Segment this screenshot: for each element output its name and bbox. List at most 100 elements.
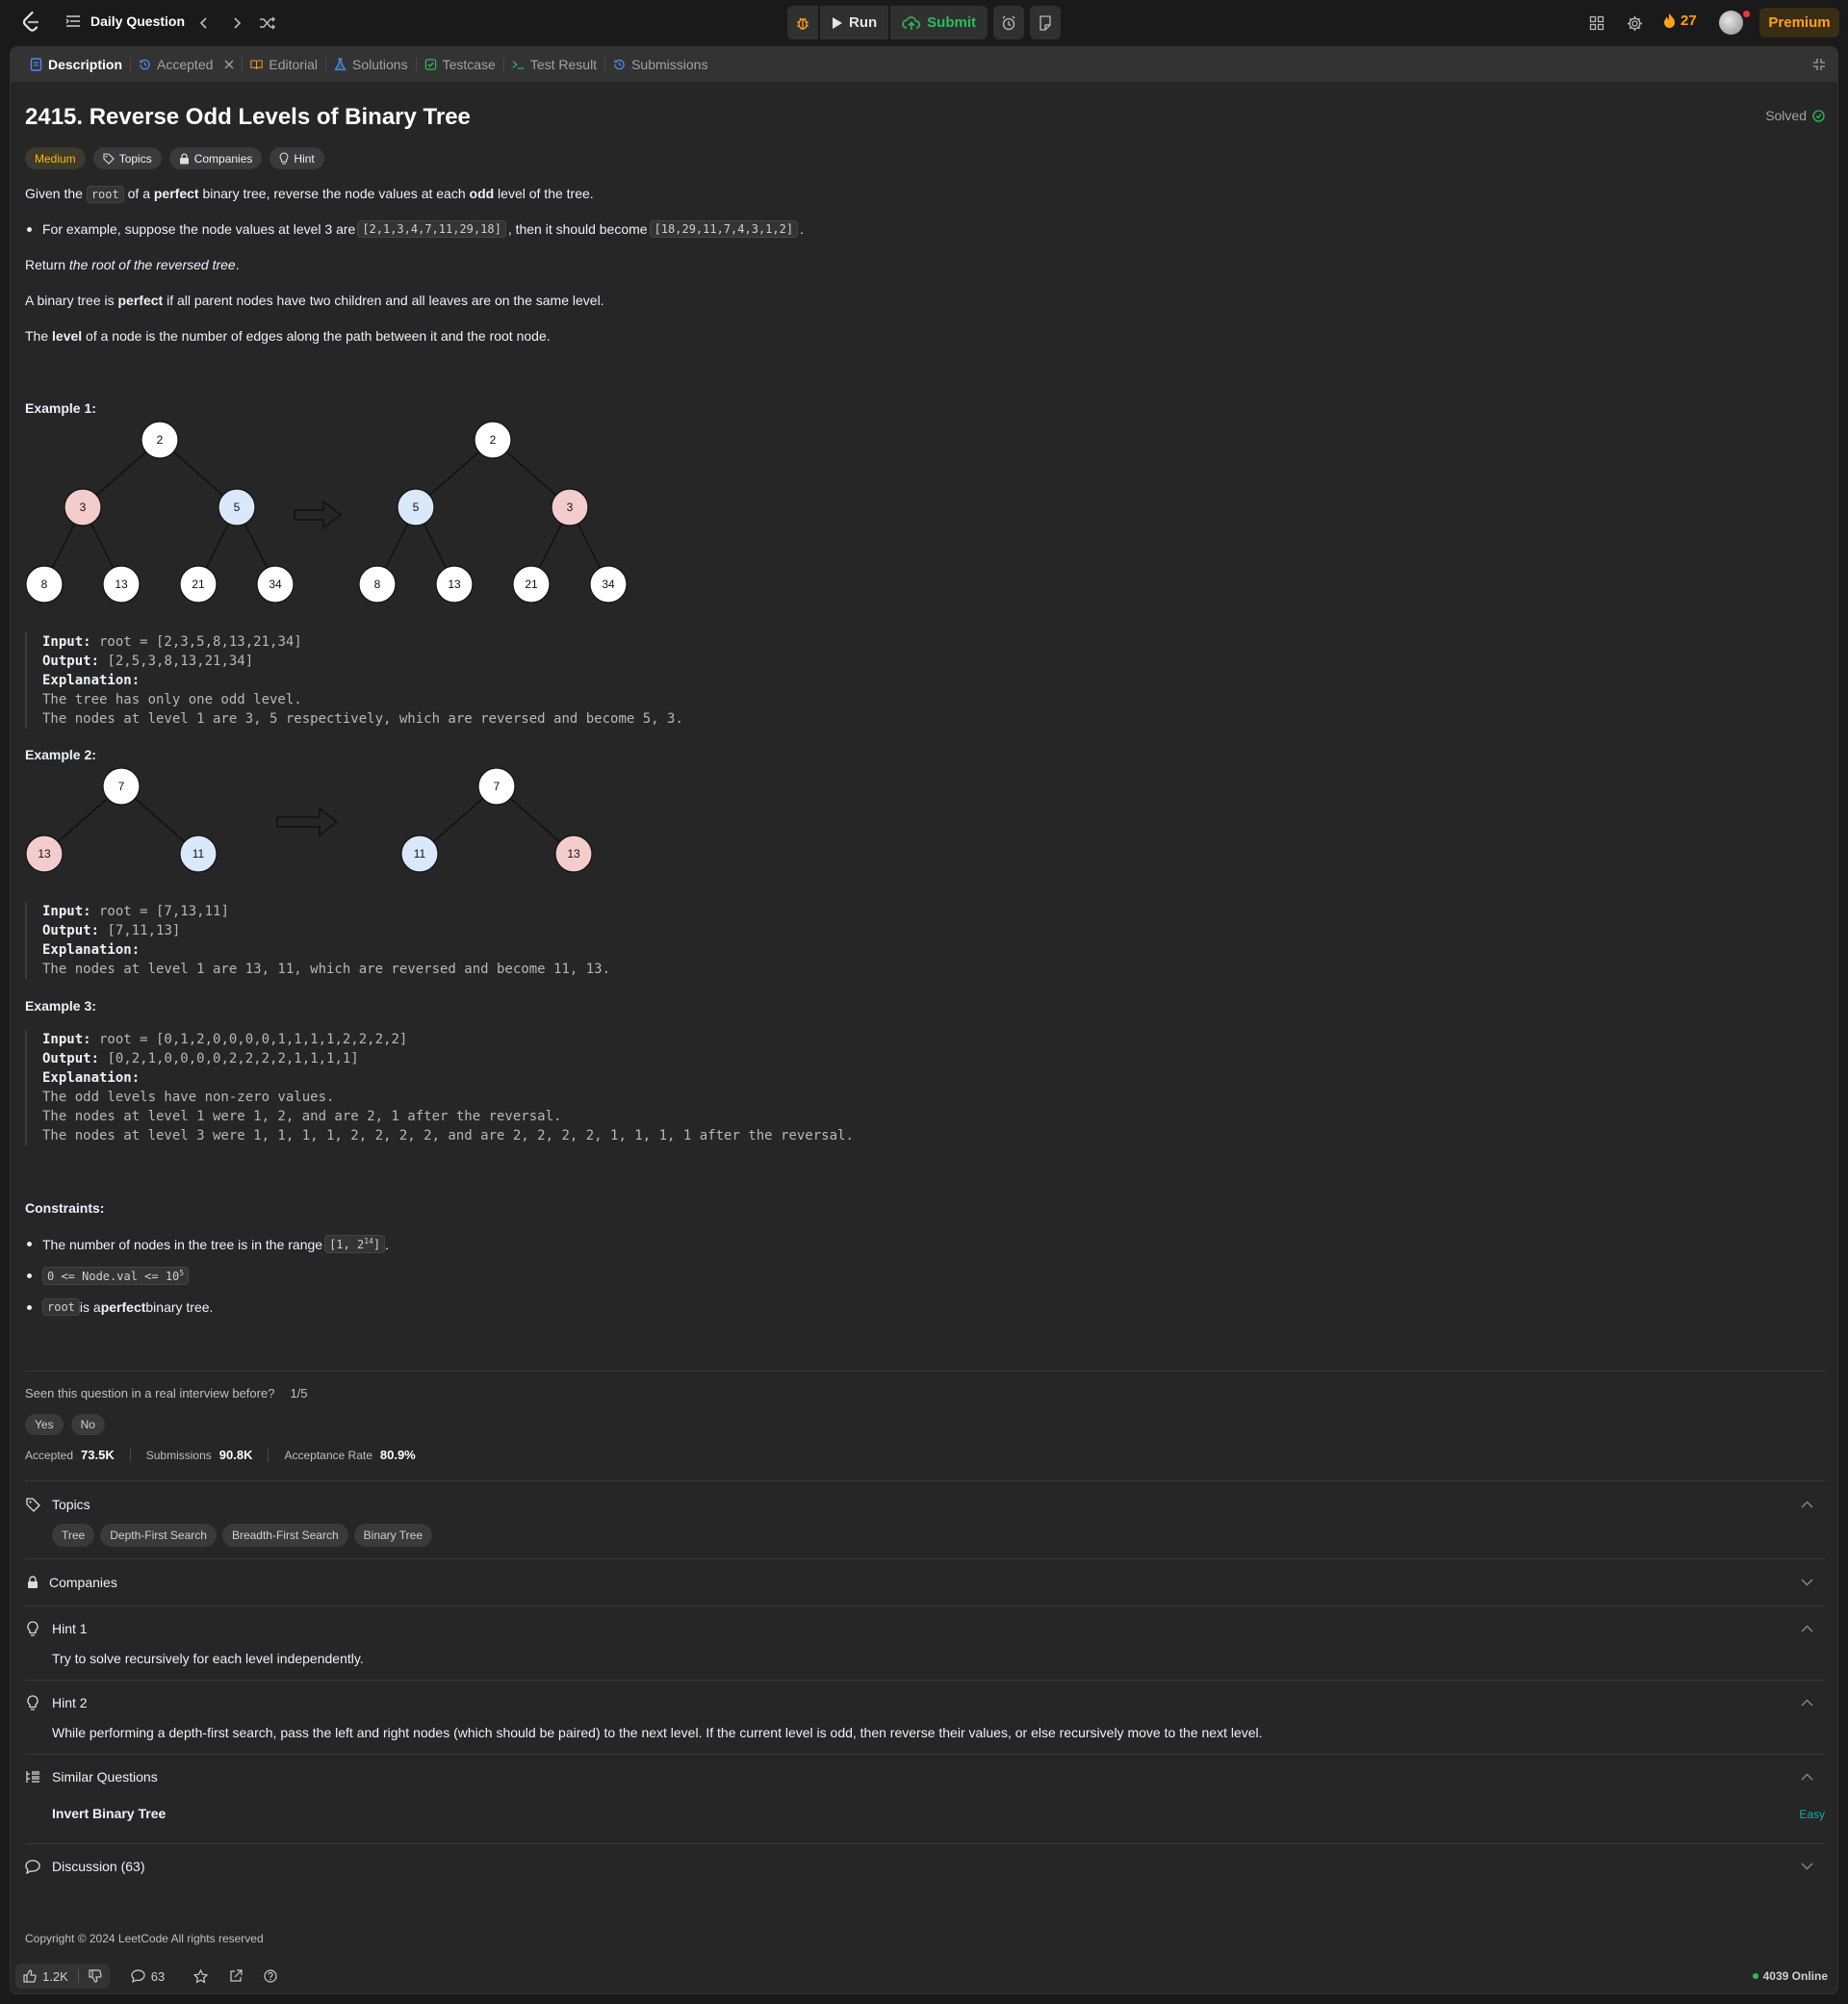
node-label: 34 [602, 578, 615, 591]
comment-icon [131, 1969, 145, 1983]
like-count: 1.2K [42, 1968, 68, 1984]
tab-test-result[interactable]: Test Result [504, 47, 604, 82]
run-label: Run [849, 14, 878, 31]
node-label: 7 [118, 780, 125, 793]
close-icon[interactable] [224, 60, 234, 69]
text: Given the [25, 186, 87, 201]
accepted-label: Accepted [25, 1448, 74, 1462]
tab-editorial[interactable]: Editorial [243, 47, 325, 82]
topic-tag[interactable]: Tree [52, 1524, 95, 1547]
right-arrow-icon [294, 500, 343, 530]
explanation-line: The odd levels have non-zero values. [42, 1090, 335, 1105]
grid-layout-icon [1589, 15, 1604, 31]
user-avatar[interactable] [1719, 11, 1743, 35]
tab-solutions[interactable]: Solutions [326, 47, 416, 82]
random-question-button[interactable] [258, 13, 277, 33]
help-button[interactable] [264, 1969, 277, 1983]
yes-button[interactable]: Yes [25, 1414, 64, 1435]
debug-button[interactable] [787, 6, 818, 39]
divider [25, 1371, 1825, 1372]
topic-tag[interactable]: Breadth-First Search [221, 1524, 348, 1547]
divider [77, 1969, 79, 1983]
notification-dot [1743, 11, 1750, 17]
node-label: 11 [192, 847, 205, 861]
similar-question-difficulty: Easy [1799, 1808, 1825, 1821]
tab-testcase-label: Testcase [442, 57, 496, 72]
constraint-item: root is a perfect binary tree. [27, 1298, 213, 1316]
comment-count: 63 [150, 1968, 166, 1984]
topic-tag[interactable]: Depth-First Search [100, 1524, 217, 1547]
interview-question-progress: 1/5 [290, 1386, 308, 1400]
divider [25, 1480, 1825, 1481]
notes-button[interactable] [1030, 6, 1061, 39]
similar-questions-label: Similar Questions [52, 1769, 158, 1785]
chevron-down-icon [1801, 1863, 1813, 1870]
example-1-title: Example 1: [25, 400, 96, 416]
bold-text: perfect [100, 1299, 146, 1315]
tab-description-label: Description [48, 57, 123, 72]
desc-paragraph-4: The level of a node is the number of edg… [25, 326, 551, 346]
run-button[interactable]: Run [820, 6, 889, 39]
online-count-text: 4039 Online [1762, 1969, 1828, 1983]
share-button[interactable] [229, 1969, 243, 1983]
topics-chip[interactable]: Topics [92, 147, 162, 169]
chevron-up-icon [1801, 1501, 1813, 1508]
submit-button[interactable]: Submit [890, 6, 988, 39]
hint-chip[interactable]: Hint [270, 147, 324, 169]
comments-button[interactable]: 63 [131, 1969, 165, 1984]
favorite-button[interactable] [193, 1968, 209, 1984]
topics-section-header[interactable]: Topics [25, 1497, 1825, 1512]
topics-section-label: Topics [52, 1497, 90, 1512]
tab-accepted[interactable]: Accepted [131, 47, 242, 82]
node-label: 13 [448, 578, 461, 591]
tab-testcase[interactable]: Testcase [417, 47, 503, 82]
leetcode-logo-icon[interactable] [19, 11, 42, 34]
text: if all parent nodes have two children an… [163, 293, 604, 308]
layout-button[interactable] [1587, 13, 1606, 33]
thumbs-down-icon[interactable] [89, 1969, 102, 1983]
companies-chip[interactable]: Companies [168, 147, 263, 169]
text: A binary tree is [25, 293, 118, 308]
topic-tag[interactable]: Binary Tree [353, 1524, 433, 1547]
tab-editorial-label: Editorial [269, 57, 318, 72]
history-icon [140, 59, 150, 70]
prev-question-button[interactable] [194, 13, 214, 33]
node-label: 5 [234, 501, 241, 514]
chat-bubble-icon [25, 1859, 40, 1874]
lock-icon [28, 1576, 38, 1588]
lightbulb-icon [27, 1695, 38, 1710]
settings-button[interactable] [1625, 13, 1644, 33]
tab-test-result-label: Test Result [529, 57, 598, 72]
hint-1-label: Hint 1 [52, 1621, 88, 1636]
problem-title[interactable]: 2415. Reverse Odd Levels of Binary Tree [25, 104, 471, 131]
no-button[interactable]: No [70, 1414, 105, 1435]
timer-button[interactable] [993, 6, 1024, 39]
terminal-icon [512, 61, 525, 69]
companies-section-header[interactable]: Companies [25, 1575, 1825, 1590]
next-question-button[interactable] [227, 13, 246, 33]
run-submit-group: Run Submit [787, 6, 988, 39]
hint-1-section-header[interactable]: Hint 1 [25, 1621, 1825, 1636]
text: binary tree, reverse the node values at … [198, 186, 470, 201]
premium-button[interactable]: Premium [1759, 8, 1839, 38]
code-text: 0 <= Node.val <= 10 [47, 1270, 180, 1283]
inline-code: root [86, 186, 124, 203]
solved-label: Solved [1765, 108, 1807, 123]
streak-counter[interactable]: 27 [1663, 13, 1697, 29]
bold-text: perfect [117, 293, 164, 308]
discussion-section-header[interactable]: Discussion (63) [25, 1859, 1825, 1874]
hint-2-section-header[interactable]: Hint 2 [25, 1695, 1825, 1710]
daily-question-title: Daily Question [90, 13, 186, 29]
similar-questions-section-header[interactable]: Similar Questions [25, 1769, 1825, 1785]
collapse-panel-icon[interactable] [1812, 58, 1826, 71]
node-label: 21 [525, 578, 538, 591]
book-icon [250, 60, 264, 69]
italic-text: the root of the reversed tree [68, 257, 236, 272]
similar-question-link[interactable]: Invert Binary Tree [52, 1806, 166, 1821]
daily-question-link[interactable]: Daily Question [65, 13, 185, 29]
text: The number of nodes in the tree is in th… [42, 1236, 323, 1252]
submissions-value: 90.8K [218, 1448, 253, 1462]
like-button[interactable]: 1.2K [23, 1969, 68, 1984]
tab-submissions[interactable]: Submissions [605, 47, 715, 82]
tab-description[interactable]: Description [22, 47, 130, 82]
